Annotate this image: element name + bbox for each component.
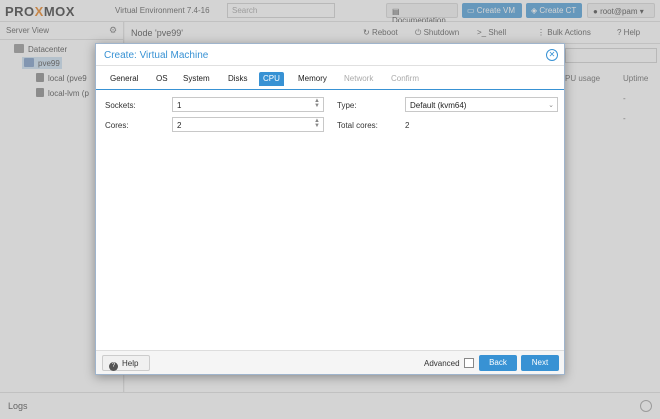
tab-disks[interactable]: Disks (224, 72, 252, 86)
tab-memory[interactable]: Memory (294, 72, 331, 86)
dialog-title: Create: Virtual Machine (104, 50, 209, 61)
question-icon: ? (109, 362, 118, 371)
advanced-checkbox[interactable] (464, 358, 474, 368)
sockets-field[interactable]: 1 ▲ ▼ (172, 97, 324, 112)
tab-cpu[interactable]: CPU (259, 72, 284, 86)
chevron-down-icon[interactable]: ⌄ (548, 101, 554, 109)
cpu-type-value: Default (kvm64) (410, 101, 467, 110)
sockets-label: Sockets: (105, 101, 136, 110)
wizard-tabs: General OS System Disks CPU Memory Netwo… (96, 66, 564, 90)
tab-general[interactable]: General (106, 72, 142, 86)
spinner-icon[interactable]: ▲ ▼ (313, 118, 321, 130)
cores-value: 2 (177, 121, 182, 130)
spinner-icon[interactable]: ▲ ▼ (313, 98, 321, 110)
tab-os[interactable]: OS (152, 72, 172, 86)
help-button[interactable]: ? Help (102, 355, 150, 371)
dialog-footer: ? Help Advanced Back Next (96, 350, 564, 374)
help-label: Help (122, 359, 139, 368)
advanced-label: Advanced (424, 359, 460, 368)
total-cores-value: 2 (405, 121, 410, 130)
dialog-header: Create: Virtual Machine ✕ (96, 44, 564, 66)
cores-label: Cores: (105, 121, 129, 130)
sockets-value: 1 (177, 101, 182, 110)
cpu-type-select[interactable]: Default (kvm64) ⌄ (405, 97, 558, 112)
tab-network: Network (344, 74, 374, 83)
close-icon[interactable]: ✕ (546, 49, 558, 61)
tab-confirm: Confirm (391, 74, 420, 83)
back-button[interactable]: Back (479, 355, 517, 371)
total-cores-label: Total cores: (337, 121, 378, 130)
next-button[interactable]: Next (521, 355, 559, 371)
type-label: Type: (337, 101, 357, 110)
cores-field[interactable]: 2 ▲ ▼ (172, 117, 324, 132)
tab-system[interactable]: System (179, 72, 214, 86)
create-vm-dialog: Create: Virtual Machine ✕ General OS Sys… (95, 43, 565, 375)
